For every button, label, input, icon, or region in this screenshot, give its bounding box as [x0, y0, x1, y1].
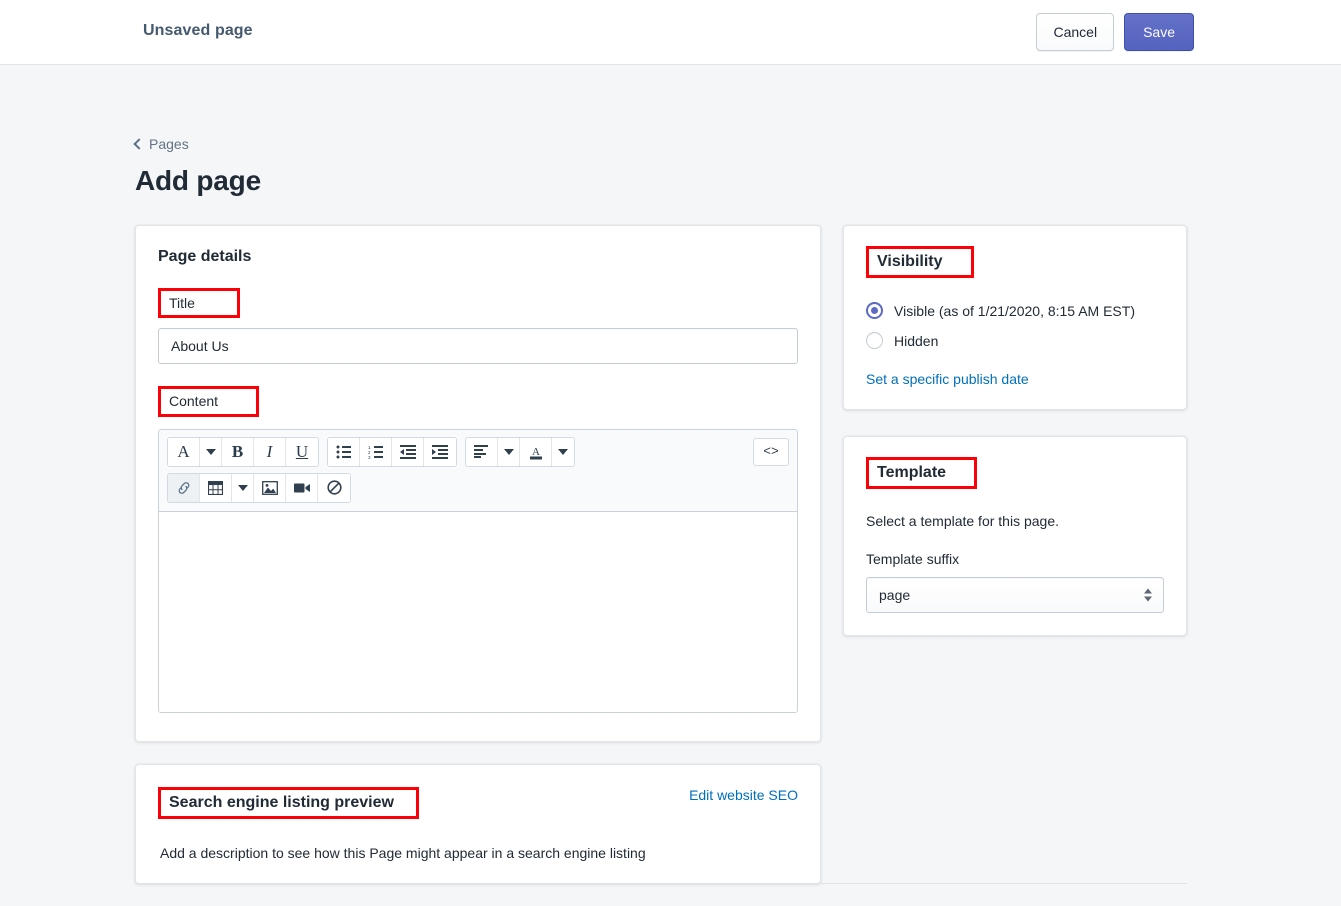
- seo-preview-card: Search engine listing preview Edit websi…: [135, 763, 821, 884]
- visibility-heading: Visibility: [877, 253, 943, 270]
- font-group: A B I U: [167, 436, 319, 467]
- editor-toolbar-row-1: A B I U 1 2 3 A <>: [167, 436, 789, 467]
- editor-toolbar-row-2: [167, 472, 789, 503]
- template-card: Template Select a template for this page…: [843, 436, 1187, 636]
- chevron-down-icon: [237, 484, 248, 491]
- bulleted-list-icon: [336, 445, 351, 459]
- numbered-list-icon: 1 2 3: [368, 445, 383, 459]
- set-publish-date-link[interactable]: Set a specific publish date: [866, 371, 1029, 387]
- seo-heading: Search engine listing preview: [169, 793, 394, 811]
- table-button[interactable]: [200, 473, 232, 502]
- chevron-down-icon: [558, 448, 568, 455]
- clear-formatting-button[interactable]: [318, 473, 350, 502]
- main-column: Page details Title Content: [135, 225, 821, 884]
- radio-hidden-icon[interactable]: [866, 332, 883, 349]
- top-cancel-button[interactable]: Cancel: [1036, 13, 1115, 51]
- outdent-button[interactable]: [392, 437, 424, 466]
- indent-icon: [432, 444, 448, 459]
- page-details-card: Page details Title Content: [135, 225, 821, 742]
- seo-description: Add a description to see how this Page m…: [160, 844, 646, 861]
- text-color-icon: A: [529, 446, 542, 460]
- chevron-down-icon: [205, 448, 216, 455]
- align-color-group: A: [465, 436, 575, 467]
- numbered-list-button[interactable]: 1 2 3: [360, 437, 392, 466]
- image-icon: [261, 480, 278, 495]
- underline-icon: U: [295, 442, 309, 462]
- seo-heading-highlight: Search engine listing preview: [158, 786, 419, 819]
- visibility-option-hidden[interactable]: Hidden: [866, 332, 1164, 349]
- table-icon: [208, 480, 223, 495]
- title-input[interactable]: [158, 328, 798, 365]
- template-suffix-select[interactable]: page: [866, 577, 1164, 613]
- italic-icon: I: [266, 442, 273, 462]
- editor-toolbar: A B I U 1 2 3 A <>: [159, 429, 797, 512]
- edit-website-seo-link[interactable]: Edit website SEO: [689, 787, 798, 803]
- image-button[interactable]: [254, 473, 286, 502]
- bold-button[interactable]: B: [222, 437, 254, 466]
- seo-header: Search engine listing preview Edit websi…: [158, 786, 798, 819]
- align-dropdown-button[interactable]: [498, 437, 520, 466]
- radio-visible-icon[interactable]: [866, 302, 883, 319]
- link-button[interactable]: [168, 473, 200, 502]
- breadcrumb[interactable]: Pages: [133, 136, 189, 152]
- page-title: Add page: [135, 165, 261, 196]
- svg-text:3: 3: [368, 455, 371, 459]
- table-dropdown-button[interactable]: [232, 473, 254, 502]
- title-label-highlight: Title: [158, 288, 240, 319]
- visibility-option-hidden-label: Hidden: [894, 332, 939, 349]
- svg-text:A: A: [532, 446, 540, 458]
- chevron-down-icon: [503, 448, 514, 455]
- editor-content-area[interactable]: [159, 511, 797, 712]
- template-heading-highlight: Template: [866, 457, 978, 489]
- visibility-heading-highlight: Visibility: [866, 246, 974, 278]
- code-view-button[interactable]: <>: [753, 437, 789, 466]
- visibility-option-visible[interactable]: Visible (as of 1/21/2020, 8:15 AM EST): [866, 302, 1164, 319]
- italic-button[interactable]: I: [254, 437, 286, 466]
- footer-divider: [135, 883, 1187, 884]
- align-left-icon: [474, 445, 488, 459]
- visibility-card: Visibility Visible (as of 1/21/2020, 8:1…: [843, 225, 1187, 410]
- video-icon: [293, 483, 310, 493]
- template-suffix-select-wrap: page: [866, 577, 1164, 613]
- align-button[interactable]: [466, 437, 498, 466]
- insert-group: [167, 472, 351, 503]
- visibility-option-visible-label: Visible (as of 1/21/2020, 8:15 AM EST): [894, 302, 1135, 319]
- video-button[interactable]: [286, 473, 318, 502]
- outdent-icon: [399, 444, 416, 459]
- title-field-group: Title: [158, 288, 798, 365]
- content-columns: Page details Title Content: [135, 225, 1187, 884]
- text-color-dropdown-button[interactable]: [552, 437, 574, 466]
- chevron-left-icon: [133, 137, 145, 150]
- top-bar: Unsaved page Cancel Save: [0, 0, 1341, 65]
- side-column: Visibility Visible (as of 1/21/2020, 8:1…: [843, 225, 1187, 884]
- title-label: Title: [169, 295, 195, 311]
- visibility-radio-group: Visible (as of 1/21/2020, 8:15 AM EST) H…: [866, 302, 1164, 349]
- page-details-heading: Page details: [158, 248, 252, 265]
- breadcrumb-label: Pages: [149, 136, 189, 152]
- link-icon: [178, 481, 189, 494]
- content-label: Content: [169, 393, 219, 410]
- content-field-group: Content A B I U 1 2 3 A <>: [158, 386, 798, 713]
- clear-formatting-icon: [326, 480, 342, 495]
- bold-icon: B: [231, 442, 244, 462]
- unsaved-page-title: Unsaved page: [143, 22, 253, 39]
- template-description: Select a template for this page.: [866, 513, 1059, 529]
- top-save-button[interactable]: Save: [1124, 13, 1194, 51]
- underline-button[interactable]: U: [286, 437, 318, 466]
- content-label-highlight: Content: [158, 386, 260, 417]
- text-color-button[interactable]: A: [520, 437, 552, 466]
- template-suffix-label: Template suffix: [866, 551, 960, 567]
- top-bar-actions: Cancel Save: [1036, 13, 1194, 51]
- rich-text-editor: A B I U 1 2 3 A <>: [158, 428, 798, 713]
- list-group: 1 2 3: [327, 436, 457, 467]
- indent-button[interactable]: [424, 437, 456, 466]
- template-heading: Template: [877, 464, 947, 481]
- bulleted-list-button[interactable]: [328, 437, 360, 466]
- font-family-dropdown-button[interactable]: [200, 437, 222, 466]
- font-family-button[interactable]: A: [168, 437, 200, 466]
- font-a-icon: A: [177, 442, 190, 462]
